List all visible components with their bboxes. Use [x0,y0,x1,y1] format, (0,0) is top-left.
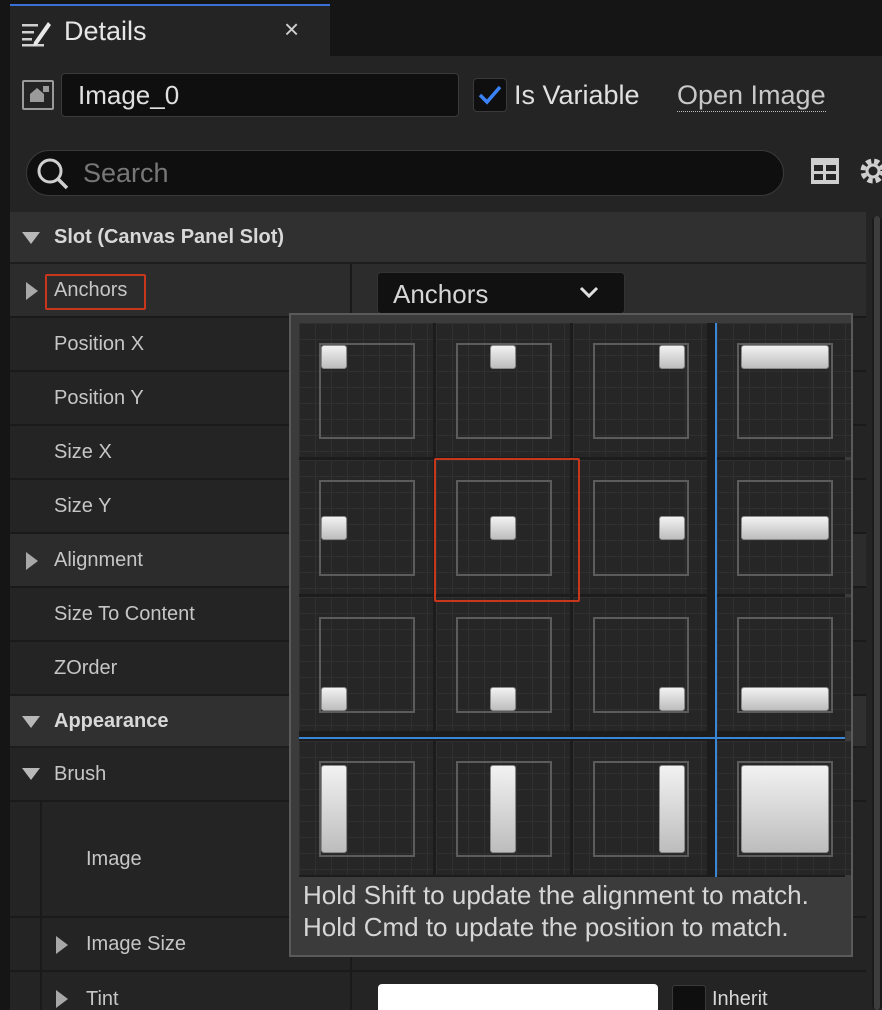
expand-arrow-icon [56,990,68,1008]
tab-bar: Details × [0,0,882,56]
expand-arrow-icon [56,936,68,954]
details-tab[interactable]: Details × [10,4,330,56]
anchor-preset-bottom-center[interactable] [436,597,570,731]
anchor-preset-top-left[interactable] [299,323,433,457]
inherit-checkbox[interactable] [672,985,706,1010]
anchor-handle-icon [490,765,516,853]
section-slot[interactable]: Slot (Canvas Panel Slot) [10,212,866,264]
anchor-handle-icon [321,345,347,369]
is-variable-label: Is Variable [514,80,640,110]
anchor-preset-stretch-right[interactable] [573,741,707,875]
anchor-preset-top-center[interactable] [436,323,570,457]
anchor-preset-stretch-left[interactable] [299,741,433,875]
anchor-handle-icon [659,765,685,853]
is-variable-checkbox[interactable] [473,78,507,112]
hint-line-cmd: Hold Cmd to update the position to match… [303,912,789,942]
open-image-link[interactable]: Open Image [677,80,826,112]
anchors-popup: Hold Shift to update the alignment to ma… [289,313,853,957]
chevron-down-icon [579,286,599,299]
expand-arrow-icon [26,552,38,570]
anchor-handle-icon [659,516,685,540]
anchor-preset-middle-center[interactable] [434,458,580,602]
tab-title: Details [64,16,147,46]
anchors-highlight [45,274,146,310]
divider-line [299,737,845,739]
prop-anchors[interactable]: Anchors Anchors [10,264,866,318]
collapse-arrow-icon [22,716,40,728]
anchor-preset-stretch-stretch[interactable] [717,741,851,875]
scrollbar[interactable] [872,216,882,1010]
anchor-preset-stretch-center[interactable] [436,741,570,875]
anchor-preset-bottom-right[interactable] [573,597,707,731]
collapse-arrow-icon [22,232,40,244]
anchor-preset-bottom-left[interactable] [299,597,433,731]
section-slot-label: Slot (Canvas Panel Slot) [54,226,285,248]
anchor-handle-icon [741,516,829,540]
tint-color-swatch[interactable] [378,984,658,1010]
anchor-preset-top-stretch[interactable] [717,323,851,457]
anchor-preset-bottom-stretch[interactable] [717,597,851,731]
name-row: Is Variable Open Image [10,56,882,136]
anchor-handle-icon [741,765,829,853]
search-box[interactable] [26,150,784,196]
anchors-dropdown[interactable]: Anchors [377,272,625,314]
anchor-handle-icon [490,687,516,711]
inherit-label: Inherit [712,988,768,1010]
anchor-handle-icon [659,687,685,711]
expand-arrow-icon [26,282,38,300]
anchor-preset-grid [299,323,851,877]
anchor-handle-icon [741,345,829,369]
close-icon[interactable]: × [284,14,299,45]
anchor-handle-icon [659,345,685,369]
table-view-icon[interactable] [810,156,840,186]
gear-icon[interactable] [856,154,882,188]
divider-line [715,323,717,877]
anchor-handle-icon [321,687,347,711]
selected-preset-highlight [434,458,580,602]
anchor-preset-top-right[interactable] [573,323,707,457]
search-input[interactable] [83,156,763,190]
anchor-handle-icon [321,765,347,853]
anchor-preset-middle-stretch[interactable] [717,460,851,594]
search-icon [37,158,69,190]
popup-hint: Hold Shift to update the alignment to ma… [303,879,809,943]
anchor-handle-icon [741,687,829,711]
widget-icon [22,80,54,110]
checkmark-icon [478,85,502,105]
anchor-handle-icon [321,516,347,540]
prop-tint[interactable]: Tint Inherit [10,972,866,1010]
widget-name-input[interactable] [61,73,459,117]
anchor-preset-middle-left[interactable] [299,460,433,594]
collapse-arrow-icon [22,768,40,780]
hint-line-shift: Hold Shift to update the alignment to ma… [303,880,809,910]
anchor-preset-middle-right[interactable] [573,460,707,594]
details-pencil-icon [22,22,51,47]
anchor-handle-icon [490,345,516,369]
